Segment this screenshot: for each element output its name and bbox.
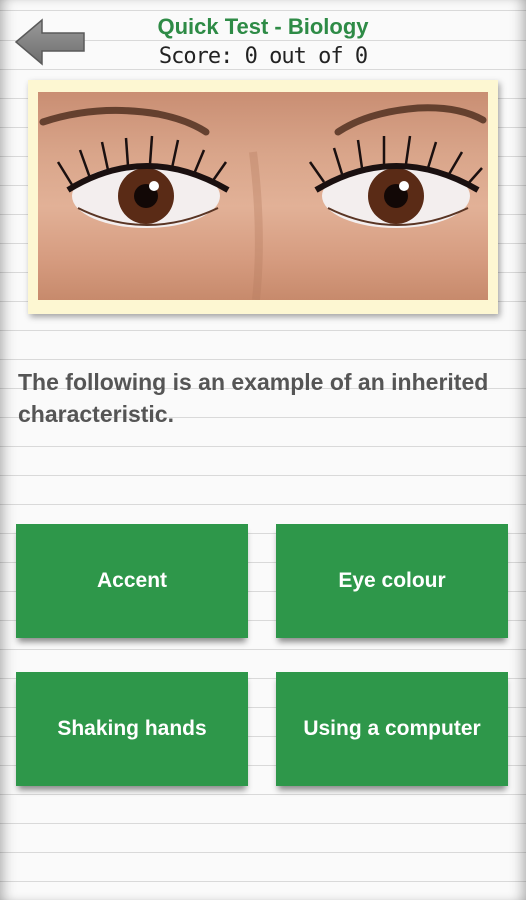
question-image-frame: [28, 80, 498, 314]
page-title: Quick Test - Biology: [157, 14, 369, 39]
answer-button-shaking-hands[interactable]: Shaking hands: [16, 672, 248, 786]
header: Quick Test - Biology Score: 0 out of 0: [0, 0, 526, 80]
question-image: [38, 92, 488, 300]
answer-button-using-a-computer[interactable]: Using a computer: [276, 672, 508, 786]
question-text: The following is an example of an inheri…: [18, 369, 489, 427]
answer-button-accent[interactable]: Accent: [16, 524, 248, 638]
eyes-photo-illustration: [39, 104, 487, 300]
score-label: Score: 0 out of 0: [158, 44, 368, 69]
answer-button-eye-colour[interactable]: Eye colour: [276, 524, 508, 638]
